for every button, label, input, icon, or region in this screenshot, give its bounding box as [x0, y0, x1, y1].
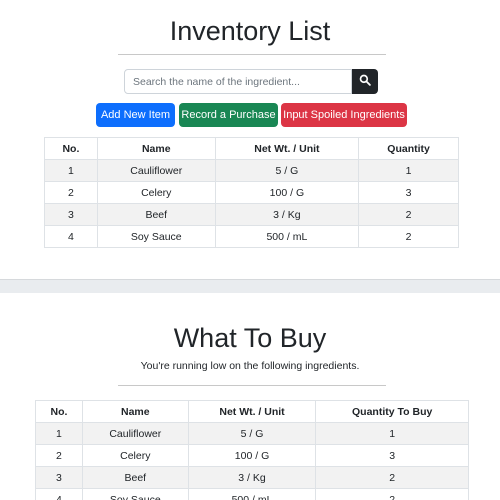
table-cell: 2	[35, 444, 83, 467]
section-separator	[0, 279, 500, 293]
table-header-row: No. Name Net Wt. / Unit Quantity	[44, 137, 459, 160]
table-cell: Cauliflower	[96, 159, 216, 182]
table-cell: 3	[358, 181, 459, 204]
table-cell: 2	[358, 203, 459, 226]
table-cell: 2	[44, 181, 98, 204]
table-cell: 1	[44, 159, 98, 182]
input-spoiled-button[interactable]: Input Spoiled Ingredients	[281, 103, 407, 127]
table-header-row: No. Name Net Wt. / Unit Quantity To Buy	[35, 400, 469, 423]
table-cell: 3	[315, 444, 469, 467]
table-cell: Soy Sauce	[96, 225, 216, 248]
table-cell: 100 / G	[214, 181, 360, 204]
ingredient-search-input[interactable]	[124, 69, 352, 94]
column-header: Quantity	[358, 137, 459, 160]
table-cell: 3	[35, 466, 83, 489]
title-divider	[118, 54, 386, 55]
column-header: No.	[44, 137, 98, 160]
table-cell: Beef	[96, 203, 216, 226]
what-to-buy-subtitle: You're running low on the following ingr…	[140, 360, 360, 372]
search-icon	[359, 74, 371, 89]
inventory-section: Inventory List Add New Item Record a Pur…	[0, 0, 500, 279]
table-cell: 4	[44, 225, 98, 248]
table-cell: 2	[315, 466, 469, 489]
table-row: 2 Celery 100 / G 3	[35, 444, 469, 467]
table-cell: 2	[315, 488, 469, 500]
table-cell: Soy Sauce	[81, 488, 189, 500]
table-cell: 5 / G	[187, 422, 317, 445]
table-cell: 3 / Kg	[187, 466, 317, 489]
table-row: 1 Cauliflower 5 / G 1	[44, 159, 459, 182]
table-cell: Celery	[96, 181, 216, 204]
inventory-title: Inventory List	[169, 16, 331, 46]
table-row: 2 Celery 100 / G 3	[44, 181, 459, 204]
column-header: Net Wt. / Unit	[187, 400, 317, 423]
table-row: 4 Soy Sauce 500 / mL 2	[35, 488, 469, 500]
what-to-buy-title: What To Buy	[173, 323, 327, 353]
add-new-item-button[interactable]: Add New Item	[96, 103, 175, 127]
table-cell: Celery	[81, 444, 189, 467]
search-button[interactable]	[352, 69, 378, 94]
table-cell: 1	[315, 422, 469, 445]
column-header: Name	[96, 137, 216, 160]
inventory-table: No. Name Net Wt. / Unit Quantity 1 Cauli…	[44, 137, 459, 248]
table-cell: 2	[358, 225, 459, 248]
column-header: Quantity To Buy	[315, 400, 469, 423]
table-row: 3 Beef 3 / Kg 2	[44, 203, 459, 226]
table-cell: 1	[358, 159, 459, 182]
title-divider	[118, 385, 386, 386]
record-purchase-button[interactable]: Record a Purchase	[179, 103, 278, 127]
table-cell: Beef	[81, 466, 189, 489]
table-cell: 500 / mL	[214, 225, 360, 248]
table-cell: 3	[44, 203, 98, 226]
what-to-buy-table: No. Name Net Wt. / Unit Quantity To Buy …	[35, 400, 469, 500]
table-cell: 100 / G	[187, 444, 317, 467]
table-cell: 1	[35, 422, 83, 445]
table-cell: Cauliflower	[81, 422, 189, 445]
table-row: 3 Beef 3 / Kg 2	[35, 466, 469, 489]
table-cell: 500 / mL	[187, 488, 317, 500]
table-cell: 5 / G	[214, 159, 360, 182]
column-header: Net Wt. / Unit	[214, 137, 360, 160]
table-cell: 4	[35, 488, 83, 500]
table-row: 4 Soy Sauce 500 / mL 2	[44, 225, 459, 248]
what-to-buy-section: What To Buy You're running low on the fo…	[0, 293, 500, 500]
column-header: Name	[81, 400, 189, 423]
table-row: 1 Cauliflower 5 / G 1	[35, 422, 469, 445]
column-header: No.	[35, 400, 83, 423]
table-cell: 3 / Kg	[214, 203, 360, 226]
